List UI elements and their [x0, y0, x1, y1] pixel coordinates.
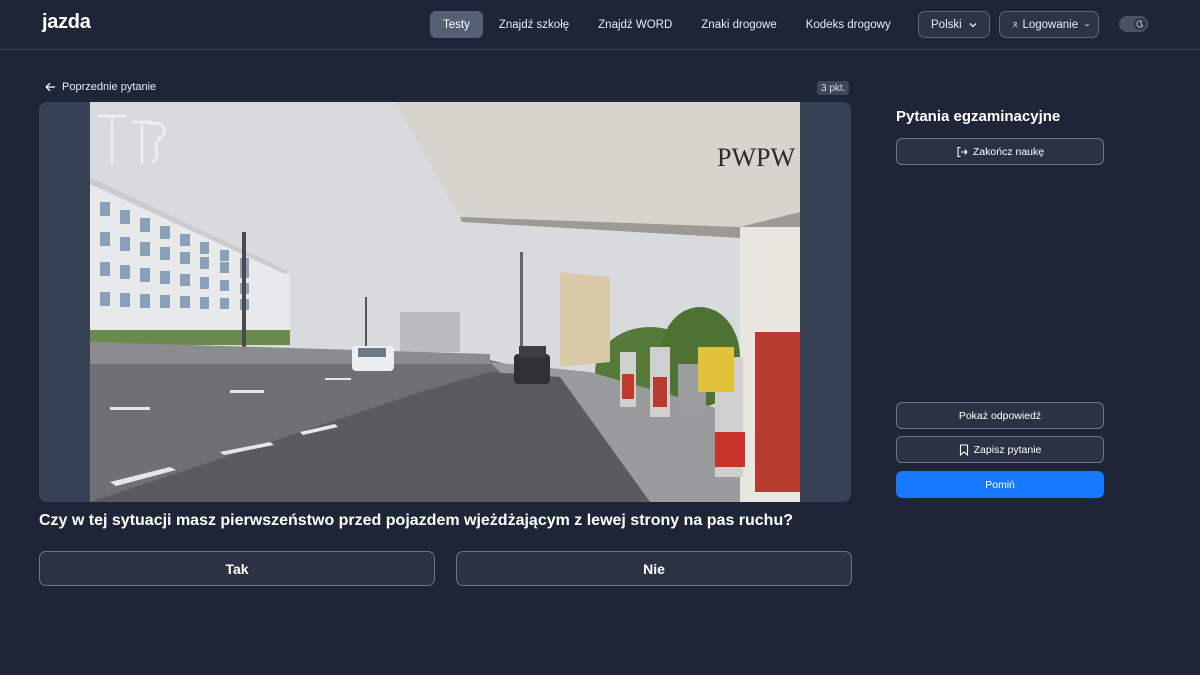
question-media: PWPW: [39, 102, 851, 502]
sidebar-title: Pytania egzaminacyjne: [896, 108, 1061, 125]
save-question-label: Zapisz pytanie: [973, 443, 1042, 456]
user-icon: [1012, 21, 1018, 28]
skip-label: Pomiń: [985, 478, 1015, 491]
answer-yes-button[interactable]: Tak: [39, 551, 435, 586]
logout-icon: [957, 146, 968, 157]
top-navbar: jazda Testy Znajdź szkołę Znajdź WORD Zn…: [0, 0, 1200, 50]
end-learning-label: Zakończ naukę: [972, 145, 1045, 158]
login-label: Logowanie: [1022, 18, 1079, 31]
nav-tests[interactable]: Testy: [430, 11, 483, 38]
previous-question-link[interactable]: Poprzednie pytanie: [45, 81, 156, 93]
logo[interactable]: jazda: [42, 11, 91, 34]
previous-question-label: Poprzednie pytanie: [62, 81, 157, 93]
language-dropdown[interactable]: Polski: [918, 11, 990, 38]
chevron-down-icon: [969, 22, 977, 27]
logo-text: jazda: [42, 11, 91, 33]
main-nav: Testy Znajdź szkołę Znajdź WORD Znaki dr…: [430, 11, 959, 38]
login-dropdown[interactable]: Logowanie: [999, 11, 1099, 38]
show-answer-button[interactable]: Pokaż odpowiedź: [896, 402, 1104, 429]
theme-toggle[interactable]: [1119, 16, 1148, 32]
show-answer-label: Pokaż odpowiedź: [958, 409, 1042, 422]
bookmark-icon: [959, 443, 968, 456]
moon-icon: [1134, 18, 1146, 30]
question-text: Czy w tej sytuacji masz pierwszeństwo pr…: [39, 512, 793, 529]
skip-button[interactable]: Pomiń: [896, 471, 1104, 498]
language-label: Polski: [931, 18, 962, 31]
pwpw-watermark: PWPW: [717, 143, 795, 172]
nav-traffic-code[interactable]: Kodeks drogowy: [793, 11, 904, 38]
points-badge: 3 pkt.: [817, 81, 850, 95]
chevron-down-icon: [1085, 23, 1090, 26]
arrow-left-icon: [45, 82, 55, 92]
save-question-button[interactable]: Zapisz pytanie: [896, 436, 1104, 463]
end-learning-button[interactable]: Zakończ naukę: [896, 138, 1104, 165]
nav-find-school[interactable]: Znajdź szkołę: [486, 11, 582, 38]
nav-road-signs[interactable]: Znaki drogowe: [688, 11, 789, 38]
answer-no-button[interactable]: Nie: [456, 551, 852, 586]
question-image: PWPW: [90, 102, 800, 502]
nav-find-word[interactable]: Znajdź WORD: [585, 11, 685, 38]
